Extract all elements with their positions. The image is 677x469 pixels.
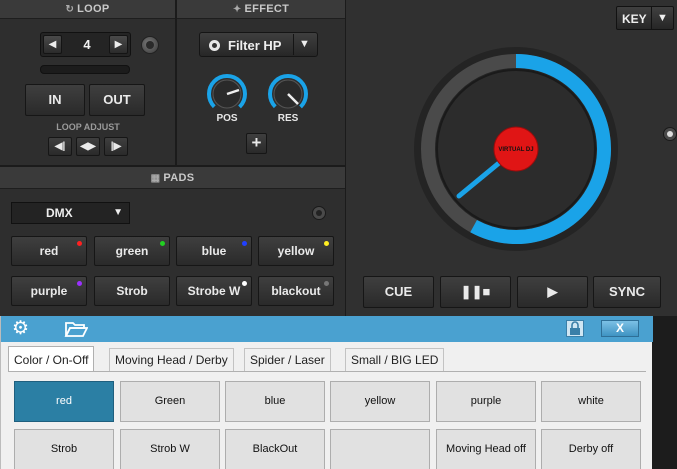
loop-decrease-button[interactable]: ◀ — [43, 35, 62, 54]
pad-label: green — [115, 244, 149, 258]
chevron-down-icon: ▼ — [113, 207, 123, 218]
dmx-button-red[interactable]: red — [14, 381, 114, 422]
pads-mode-value: DMX — [46, 206, 73, 220]
loop-length-value: 4 — [83, 37, 91, 52]
pad-button[interactable]: Strob — [94, 276, 170, 306]
pad-color-dot — [77, 281, 82, 286]
effect-header: ✦ EFFECT — [177, 0, 345, 19]
pad-button[interactable]: Strobe W — [176, 276, 252, 306]
pos-knob[interactable] — [206, 73, 248, 115]
pad-label: Strobe W — [187, 284, 241, 298]
pad-button[interactable]: red — [11, 236, 87, 266]
dmx-button-derby-off[interactable]: Derby off — [541, 429, 641, 469]
loop-header-label: LOOP — [77, 3, 110, 15]
tab-moving-head-derby[interactable]: Moving Head / Derby — [109, 348, 234, 371]
pad-label: blackout — [271, 284, 321, 298]
key-button[interactable]: KEY ▼ — [616, 6, 674, 30]
dmx-button-green[interactable]: Green — [120, 381, 220, 422]
close-button[interactable]: X — [601, 320, 639, 337]
key-label: KEY — [622, 12, 647, 26]
pitch-indicator[interactable] — [663, 127, 677, 141]
loop-roll-knob[interactable] — [141, 36, 159, 54]
loop-out-button[interactable]: OUT — [89, 84, 145, 116]
shift-right-icon[interactable]: |▶ — [104, 137, 128, 156]
dmx-button-empty[interactable] — [330, 429, 430, 469]
grid-icon: ▦ — [150, 173, 161, 184]
pad-color-dot — [324, 281, 329, 286]
dmx-button-purple[interactable]: purple — [436, 381, 536, 422]
expand-icon[interactable]: ◀▶ — [76, 137, 100, 156]
cue-button[interactable]: CUE — [363, 276, 434, 308]
jog-wheel[interactable]: VIRTUAL DJ — [413, 46, 619, 252]
chevron-down-icon[interactable]: ▼ — [651, 7, 673, 29]
tab-divider — [8, 371, 646, 372]
tab-color-on-off[interactable]: Color / On-Off — [8, 346, 95, 371]
pad-label: purple — [30, 284, 68, 298]
mixer-panel: ↻ LOOP ✦ EFFECT ▦ PADS ◀ 4 ▶ IN OUT LOOP AD… — [0, 0, 345, 316]
effect-select[interactable]: Filter HP ▼ — [199, 32, 318, 57]
loop-progress-bar — [40, 65, 130, 74]
pads-header: ▦ PADS — [0, 167, 345, 189]
shift-left-icon[interactable]: ◀| — [48, 137, 72, 156]
pad-button[interactable]: yellow — [258, 236, 334, 266]
pad-color-dot — [77, 241, 82, 246]
pad-label: red — [39, 244, 59, 258]
pad-button[interactable]: green — [94, 236, 170, 266]
dmx-window: ⚙ X Color / On-Off Moving Head / Derby S… — [0, 316, 653, 469]
pos-knob-label: POS — [216, 113, 238, 124]
dmx-titlebar: ⚙ X — [1, 316, 653, 342]
effect-name: Filter HP — [228, 38, 282, 53]
tab-spider-laser[interactable]: Spider / Laser — [244, 348, 331, 371]
loop-header: ↻ LOOP — [0, 0, 175, 19]
jog-logo-text: VIRTUAL DJ — [498, 147, 533, 153]
pad-color-dot — [324, 241, 329, 246]
pad-button[interactable]: blue — [176, 236, 252, 266]
pads-header-label: PADS — [163, 172, 195, 184]
pad-label: Strob — [116, 284, 148, 298]
folder-open-icon[interactable] — [64, 319, 88, 339]
gear-icon[interactable]: ⚙ — [12, 319, 29, 338]
play-pause-button[interactable]: ❚❚■ — [440, 276, 511, 308]
dmx-button-yellow[interactable]: yellow — [330, 381, 430, 422]
tab-small-big-led[interactable]: Small / BIG LED — [345, 348, 445, 371]
dmx-button-strob[interactable]: Strob — [14, 429, 114, 469]
pad-color-dot — [242, 241, 247, 246]
dmx-button-strob-w[interactable]: Strob W — [120, 429, 220, 469]
pad-label: yellow — [277, 244, 315, 258]
res-knob-label: RES — [277, 113, 299, 124]
effect-icon: ✦ — [232, 4, 242, 15]
pad-button[interactable]: blackout — [258, 276, 334, 306]
pads-param-knob[interactable] — [312, 206, 326, 220]
pad-color-dot — [242, 281, 247, 286]
res-knob[interactable] — [267, 73, 309, 115]
chevron-down-icon[interactable]: ▼ — [293, 34, 315, 55]
effect-header-label: EFFECT — [244, 3, 290, 15]
section-divider — [175, 0, 177, 167]
play-button[interactable]: ▶ — [517, 276, 588, 308]
pad-color-dot — [160, 241, 165, 246]
pads-mode-select[interactable]: DMX ▼ — [11, 202, 130, 224]
dmx-button-moving-head-off[interactable]: Moving Head off — [436, 429, 536, 469]
dmx-button-blue[interactable]: blue — [225, 381, 325, 422]
dmx-button-white[interactable]: white — [541, 381, 641, 422]
loop-icon: ↻ — [65, 4, 75, 15]
lock-icon[interactable] — [566, 320, 584, 337]
effect-on-icon[interactable] — [209, 40, 220, 51]
pad-label: blue — [201, 244, 227, 258]
loop-increase-button[interactable]: ▶ — [109, 35, 128, 54]
loop-adjust-label: LOOP ADJUST — [56, 122, 120, 132]
loop-in-button[interactable]: IN — [25, 84, 85, 116]
add-effect-button[interactable]: + — [246, 133, 267, 154]
pad-button[interactable]: purple — [11, 276, 87, 306]
dmx-button-blackout[interactable]: BlackOut — [225, 429, 325, 469]
loop-length-stepper: ◀ 4 ▶ — [40, 32, 131, 57]
sync-button[interactable]: SYNC — [593, 276, 661, 308]
